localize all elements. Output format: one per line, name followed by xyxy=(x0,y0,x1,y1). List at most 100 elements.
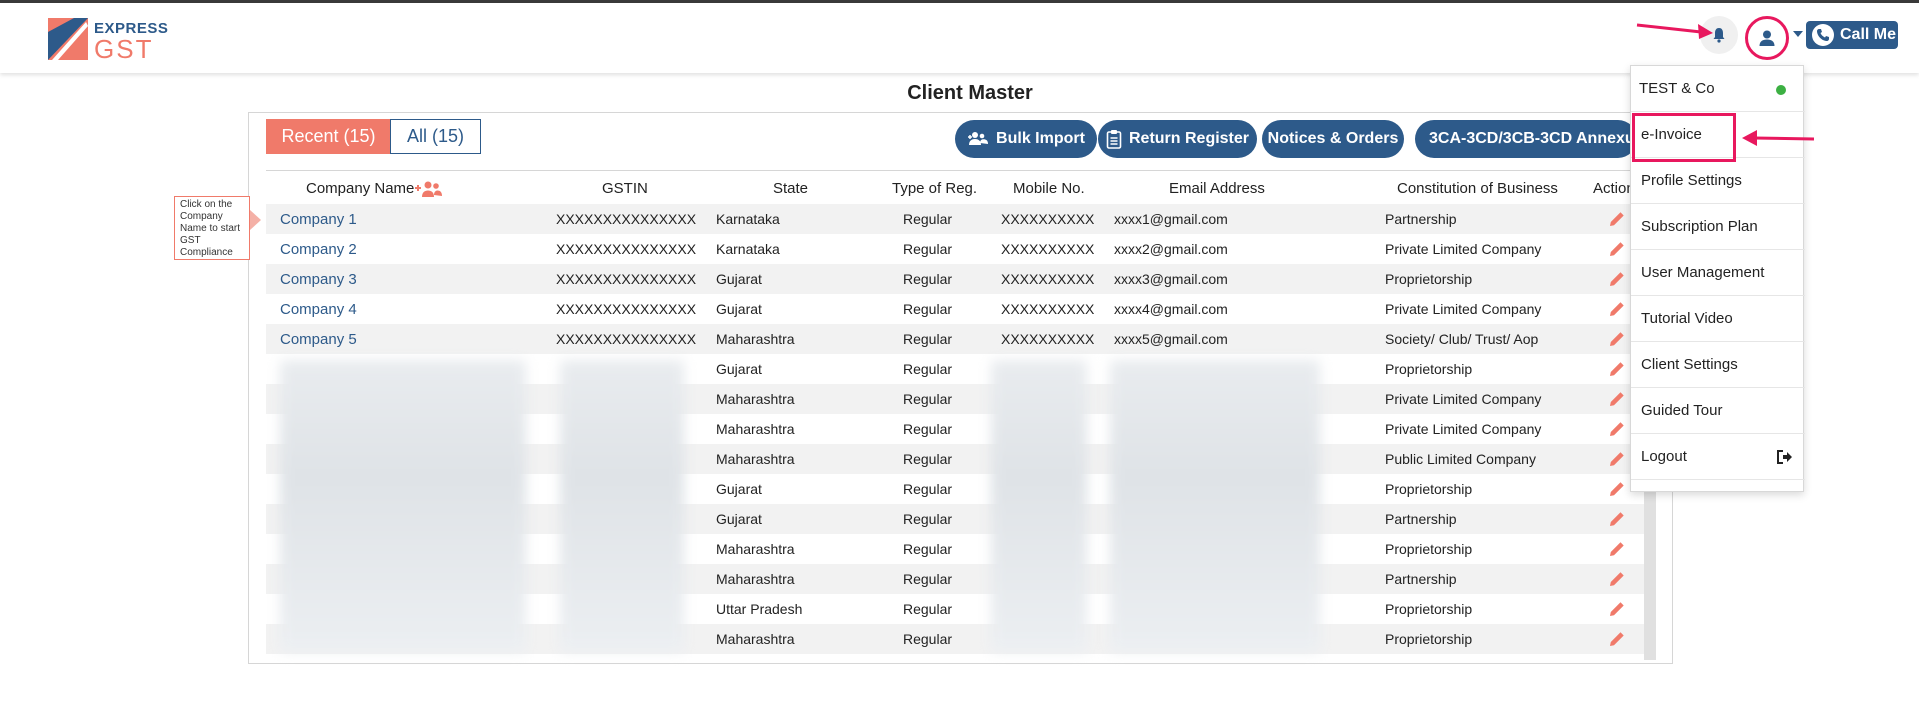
reg-type-cell: Regular xyxy=(903,511,953,527)
notices-orders-button[interactable]: Notices & Orders xyxy=(1262,120,1404,158)
table-header: Company Name GSTIN State Type of Reg. Mo… xyxy=(266,170,1656,204)
pencil-icon[interactable] xyxy=(1607,359,1627,379)
table-row[interactable]: Company 5 XXXXXXXXXXXXXXX Maharashtra Re… xyxy=(266,324,1656,354)
table-row[interactable]: Company 3 XXXXXXXXXXXXXXX Gujarat Regula… xyxy=(266,264,1656,294)
company-name-link[interactable]: Company 3 xyxy=(280,271,357,288)
bulk-import-button[interactable]: Bulk Import xyxy=(955,120,1097,158)
table-row[interactable]: Company 2 XXXXXXXXXXXXXXX Karnataka Regu… xyxy=(266,234,1656,264)
redacted-emails xyxy=(1110,360,1320,652)
logout-icon xyxy=(1777,450,1792,464)
reg-type-cell: Regular xyxy=(903,271,953,287)
pencil-icon[interactable] xyxy=(1607,599,1627,619)
user-menu-button[interactable] xyxy=(1745,16,1789,60)
company-name-link[interactable]: Company 1 xyxy=(280,211,357,228)
pencil-icon[interactable] xyxy=(1607,209,1627,229)
menu-item-guided-tour[interactable]: Guided Tour xyxy=(1631,388,1805,434)
add-users-icon xyxy=(967,131,989,147)
bulk-import-label: Bulk Import xyxy=(996,130,1085,147)
pencil-icon[interactable] xyxy=(1607,419,1627,439)
express-gst-logo[interactable]: EXPRESS GST xyxy=(48,18,168,64)
state-cell: Maharashtra xyxy=(716,421,795,437)
account-name-item[interactable]: TEST & Co xyxy=(1631,66,1805,112)
reg-type-cell: Regular xyxy=(903,301,953,317)
gstin-cell: XXXXXXXXXXXXXXX xyxy=(556,241,697,257)
mobile-cell: XXXXXXXXXX xyxy=(1001,271,1095,287)
app-header: EXPRESS GST Call Me xyxy=(0,3,1919,73)
reg-type-cell: Regular xyxy=(903,571,953,587)
state-cell: Gujarat xyxy=(716,361,762,377)
table-row[interactable]: Company 4 XXXXXXXXXXXXXXX Gujarat Regula… xyxy=(266,294,1656,324)
menu-item-profile-settings[interactable]: Profile Settings xyxy=(1631,158,1805,204)
constitution-cell: Public Limited Company xyxy=(1385,451,1536,467)
state-cell: Maharashtra xyxy=(716,391,795,407)
annexures-button[interactable]: 3CA-3CD/3CB-3CD Annexures xyxy=(1415,120,1637,158)
pencil-icon[interactable] xyxy=(1607,479,1627,499)
redacted-gstins xyxy=(560,360,684,652)
logo-mark-icon xyxy=(48,18,88,60)
menu-item-label: Profile Settings xyxy=(1641,172,1742,189)
pencil-icon[interactable] xyxy=(1607,269,1627,289)
company-name-link[interactable]: Company 4 xyxy=(280,301,357,318)
return-register-button[interactable]: Return Register xyxy=(1098,120,1257,158)
company-name-link[interactable]: Company 2 xyxy=(280,241,357,258)
redacted-company-names xyxy=(280,360,526,652)
reg-type-cell: Regular xyxy=(903,541,953,557)
state-cell: Uttar Pradesh xyxy=(716,601,803,617)
reg-type-cell: Regular xyxy=(903,241,953,257)
reg-type-cell: Regular xyxy=(903,481,953,497)
state-cell: Gujarat xyxy=(716,511,762,527)
menu-item-label: Logout xyxy=(1641,448,1687,465)
return-register-label: Return Register xyxy=(1128,130,1250,147)
menu-item-subscription-plan[interactable]: Subscription Plan xyxy=(1631,204,1805,250)
state-cell: Maharashtra xyxy=(716,571,795,587)
pencil-icon[interactable] xyxy=(1607,329,1627,349)
annotation-arrow-icon xyxy=(1636,23,1713,39)
pencil-icon[interactable] xyxy=(1607,509,1627,529)
state-cell: Karnataka xyxy=(716,211,780,227)
pencil-icon[interactable] xyxy=(1607,629,1627,649)
pencil-icon[interactable] xyxy=(1607,569,1627,589)
add-company-icon[interactable] xyxy=(414,179,444,199)
annotation-arrow-icon xyxy=(1742,130,1815,146)
guide-tooltip: Click on the Company Name to start GST C… xyxy=(174,196,250,260)
pencil-icon[interactable] xyxy=(1607,389,1627,409)
company-name-link[interactable]: Company 5 xyxy=(280,331,357,348)
constitution-cell: Private Limited Company xyxy=(1385,301,1542,317)
phone-icon xyxy=(1812,24,1834,46)
menu-item-label: Client Settings xyxy=(1641,356,1738,373)
gstin-cell: XXXXXXXXXXXXXXX xyxy=(556,301,697,317)
menu-item-label: Guided Tour xyxy=(1641,402,1723,419)
reg-type-cell: Regular xyxy=(903,601,953,617)
gstin-cell: XXXXXXXXXXXXXXX xyxy=(556,271,697,287)
account-name: TEST & Co xyxy=(1639,80,1715,97)
column-email-address: Email Address xyxy=(1169,180,1265,197)
column-type-of-reg: Type of Reg. xyxy=(892,180,978,197)
menu-item-client-settings[interactable]: Client Settings xyxy=(1631,342,1805,388)
menu-item-logout[interactable]: Logout xyxy=(1631,434,1805,480)
state-cell: Gujarat xyxy=(716,271,762,287)
pencil-icon[interactable] xyxy=(1607,299,1627,319)
table-row[interactable]: Company 1 XXXXXXXXXXXXXXX Karnataka Regu… xyxy=(266,204,1656,234)
menu-item-label: Tutorial Video xyxy=(1641,310,1733,327)
pencil-icon[interactable] xyxy=(1607,539,1627,559)
constitution-cell: Partnership xyxy=(1385,511,1457,527)
email-cell: xxxx5@gmail.com xyxy=(1114,331,1228,347)
column-company-name[interactable]: Company Name xyxy=(306,180,414,197)
menu-item-user-management[interactable]: User Management xyxy=(1631,250,1805,296)
chevron-down-icon[interactable] xyxy=(1793,31,1803,37)
state-cell: Maharashtra xyxy=(716,541,795,557)
reg-type-cell: Regular xyxy=(903,361,953,377)
state-cell: Maharashtra xyxy=(716,331,795,347)
annexures-label: 3CA-3CD/3CB-3CD Annexures xyxy=(1429,130,1637,147)
pencil-icon[interactable] xyxy=(1607,449,1627,469)
reg-type-cell: Regular xyxy=(903,391,953,407)
constitution-cell: Proprietorship xyxy=(1385,541,1473,557)
email-cell: xxxx2@gmail.com xyxy=(1114,241,1228,257)
pencil-icon[interactable] xyxy=(1607,239,1627,259)
tab-all[interactable]: All (15) xyxy=(390,119,481,154)
call-me-button[interactable]: Call Me xyxy=(1806,21,1898,49)
tab-recent[interactable]: Recent (15) xyxy=(266,119,391,154)
call-me-label: Call Me xyxy=(1840,26,1897,43)
constitution-cell: Private Limited Company xyxy=(1385,241,1542,257)
menu-item-tutorial-video[interactable]: Tutorial Video xyxy=(1631,296,1805,342)
